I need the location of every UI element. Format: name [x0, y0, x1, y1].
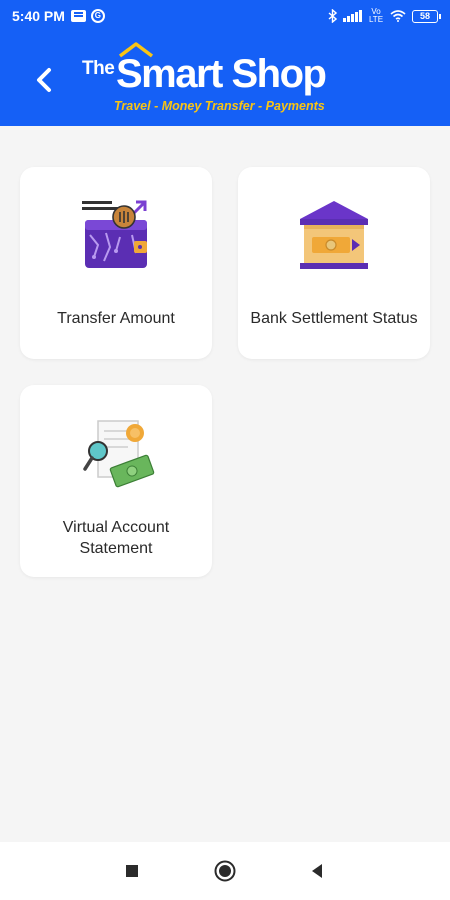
bluetooth-icon	[328, 9, 337, 23]
network-label: Vo LTE	[368, 7, 384, 24]
bank-settlement-status-card[interactable]: Bank Settlement Status	[238, 167, 430, 359]
system-back-button[interactable]	[305, 859, 329, 883]
card-label-virtual-account-statement: Virtual Account Statement	[62, 519, 170, 557]
card-label-transfer-amount: Transfer Amount	[57, 310, 175, 327]
back-triangle-icon	[312, 864, 322, 878]
status-indicators: Vo LTE 58	[328, 7, 441, 24]
recents-square-icon	[126, 865, 138, 877]
logo-tagline: Travel - Money Transfer - Payments	[114, 99, 325, 113]
message-icon	[70, 10, 86, 22]
back-button[interactable]	[26, 62, 62, 98]
smart-shop-logo: The Smart Shop Travel - Money Transfer -…	[80, 42, 340, 122]
google-icon: G	[90, 9, 105, 23]
chevron-left-icon	[37, 68, 51, 92]
wifi-icon	[390, 10, 406, 22]
transfer-amount-card[interactable]: Transfer Amount	[20, 167, 212, 359]
recents-button[interactable]	[120, 859, 144, 883]
system-nav-bar	[0, 842, 450, 900]
signal-icon	[343, 10, 362, 22]
logo-title: Smart Shop	[116, 52, 327, 96]
home-circle-icon	[214, 860, 236, 882]
status-bar: 5:40 PM G Vo LTE 58	[0, 0, 450, 32]
statement-search-icon	[76, 413, 156, 493]
wallet-transfer-icon	[76, 195, 156, 275]
card-label-bank-settlement-status: Bank Settlement Status	[250, 310, 418, 327]
home-button[interactable]	[213, 859, 237, 883]
battery-icon: 58	[412, 9, 441, 23]
status-time: 5:40 PM	[12, 8, 65, 24]
app-header: The Smart Shop Travel - Money Transfer -…	[0, 32, 450, 126]
virtual-account-statement-card[interactable]: Virtual Account Statement	[20, 385, 212, 577]
logo-the: The	[82, 58, 115, 79]
bank-icon	[294, 195, 374, 275]
